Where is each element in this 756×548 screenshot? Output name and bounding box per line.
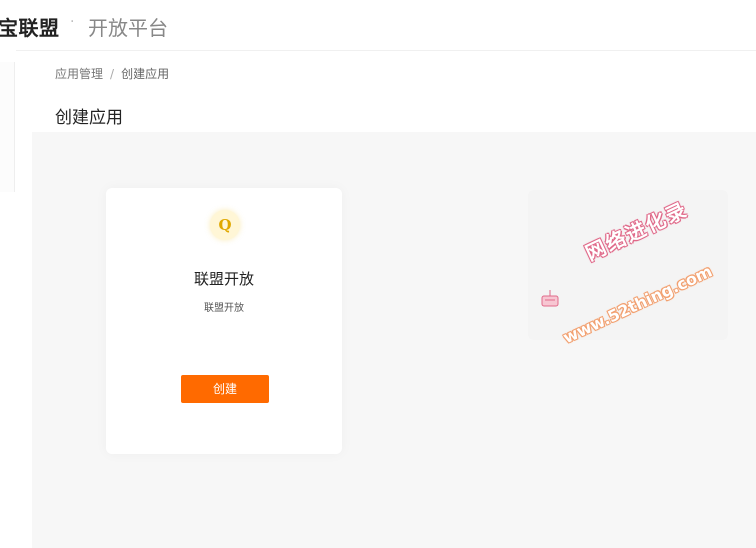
app-type-card: Q 联盟开放 联盟开放 创建 [106, 188, 342, 454]
watermark-text-cn: 网络进化录 [581, 197, 692, 266]
app-type-icon: Q [210, 210, 240, 240]
page-title: 创建应用 [55, 108, 123, 128]
watermark-text-url: www.52thing.com [560, 261, 716, 348]
top-header: 宝联盟 · 开放平台 [0, 0, 756, 51]
breadcrumb-item-app-management[interactable]: 应用管理 [55, 67, 103, 81]
brand-title[interactable]: 宝联盟 [0, 12, 60, 41]
card-title: 联盟开放 [193, 270, 254, 288]
breadcrumb-separator: / [110, 67, 115, 81]
brand-subtitle[interactable]: 开放平台 [88, 12, 168, 41]
breadcrumb: 应用管理 / 创建应用 [55, 65, 169, 82]
sidebar-collapsed-panel[interactable] [0, 62, 15, 192]
watermark-logo-icon [541, 290, 559, 307]
create-button[interactable]: 创建 [181, 375, 269, 403]
watermark: 网络进化录 www.52thing.com [540, 197, 740, 350]
breadcrumb-item-create-app: 创建应用 [121, 67, 170, 81]
card-description: 联盟开放 [204, 303, 244, 314]
brand-separator: · [70, 14, 75, 30]
